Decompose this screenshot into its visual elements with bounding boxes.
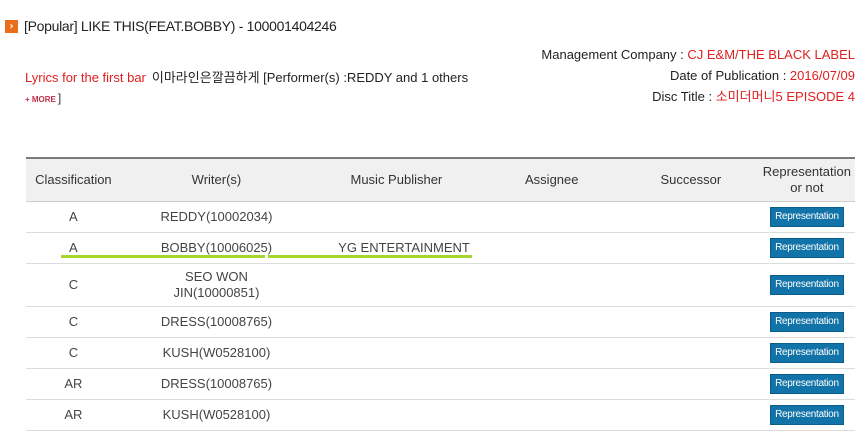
table-row: AR DRESS(10008765) Representation [26, 368, 855, 400]
cell-writer: DRESS(10008765) [120, 368, 313, 400]
cell-classification: C [26, 337, 121, 369]
highlight-underline-publisher [268, 255, 472, 258]
header-writers: Writer(s) [120, 157, 313, 202]
publication-date-value: 2016/07/09 [789, 68, 855, 83]
arrow-right-icon: › [5, 19, 18, 33]
song-meta: Management Company : CJ E&M/THE BLACK LA… [541, 44, 855, 107]
cell-representation: Representation [758, 201, 855, 233]
cell-classification: AR [26, 368, 121, 400]
cell-assignee [480, 263, 623, 307]
cell-writer: REDDY(10002034) [120, 201, 313, 233]
representation-button[interactable]: Representation [770, 374, 844, 394]
header-music-publisher: Music Publisher [312, 157, 481, 202]
representation-button[interactable]: Representation [770, 312, 844, 332]
lyrics-label: Lyrics for the first bar [25, 70, 146, 85]
cell-assignee [480, 232, 623, 264]
cell-writer: DRESS(10008765) [120, 306, 313, 338]
cell-representation: Representation [758, 232, 855, 264]
cell-successor [622, 399, 759, 431]
cell-writer: KUSH(W0528100) [120, 399, 313, 431]
table-row: C SEO WON JIN(10000851) Representation [26, 263, 855, 307]
cell-publisher [312, 201, 481, 233]
cell-successor [622, 232, 759, 264]
cell-assignee [480, 201, 623, 233]
cell-successor [622, 263, 759, 307]
cell-publisher [312, 306, 481, 338]
disc-title: Disc Title : 소미더머니5 EPISODE 4 [652, 89, 855, 104]
cell-writer: KUSH(W0528100) [120, 337, 313, 369]
table-row: A REDDY(10002034) Representation [26, 201, 855, 233]
publication-date: Date of Publication : 2016/07/09 [669, 68, 855, 83]
cell-successor [622, 337, 759, 369]
lyrics-first-bar: Lyrics for the first bar 이마라인은깔끔하게 [Perfo… [25, 67, 468, 86]
disc-title-value: 소미더머니5 EPISODE 4 [715, 89, 855, 104]
cell-classification: AR [26, 399, 121, 431]
table-row: AR KUSH(W0528100) Representation [26, 399, 855, 431]
cell-classification: A [26, 232, 121, 264]
cell-classification: A [26, 201, 121, 233]
page-title: [Popular] LIKE THIS(FEAT.BOBBY) - 100001… [24, 18, 337, 34]
cell-successor [622, 306, 759, 338]
cell-representation: Representation [758, 399, 855, 431]
management-company-value: CJ E&M/THE BLACK LABEL [687, 47, 855, 62]
representation-button[interactable]: Representation [770, 238, 844, 258]
cell-representation: Representation [758, 368, 855, 400]
cell-classification: C [26, 306, 121, 338]
management-company: Management Company : CJ E&M/THE BLACK LA… [541, 47, 855, 62]
highlight-underline-writer [61, 255, 265, 258]
cell-successor [622, 201, 759, 233]
cell-publisher [312, 399, 481, 431]
representation-button[interactable]: Representation [770, 405, 844, 425]
cell-writer: SEO WON JIN(10000851) [120, 263, 313, 307]
cell-assignee [480, 337, 623, 369]
rights-table: Classification Writer(s) Music Publisher… [26, 157, 855, 431]
header-representation: Representation or not [758, 157, 855, 202]
cell-successor [622, 368, 759, 400]
header-successor: Successor [622, 157, 759, 202]
cell-assignee [480, 368, 623, 400]
cell-classification: C [26, 263, 121, 307]
cell-publisher [312, 263, 481, 307]
cell-writer: BOBBY(10006025) [120, 232, 313, 264]
cell-representation: Representation [758, 337, 855, 369]
representation-button[interactable]: Representation [770, 275, 844, 295]
header-classification: Classification [26, 157, 121, 202]
header-assignee: Assignee [480, 157, 623, 202]
page-title-row: › [Popular] LIKE THIS(FEAT.BOBBY) - 1000… [5, 16, 337, 36]
table-row: C DRESS(10008765) Representation [26, 306, 855, 338]
more-link[interactable]: + MORE [25, 95, 56, 104]
table-header-row: Classification Writer(s) Music Publisher… [26, 157, 855, 202]
representation-button[interactable]: Representation [770, 343, 844, 363]
cell-representation: Representation [758, 306, 855, 338]
cell-assignee [480, 399, 623, 431]
table-row: C KUSH(W0528100) Representation [26, 337, 855, 369]
table-row: A BOBBY(10006025) YG ENTERTAINMENT Repre… [26, 232, 855, 264]
more-link-row: + MORE] [25, 91, 62, 105]
representation-button[interactable]: Representation [770, 207, 844, 227]
cell-publisher: YG ENTERTAINMENT [312, 232, 481, 264]
cell-representation: Representation [758, 263, 855, 307]
cell-publisher [312, 337, 481, 369]
lyrics-text: 이마라인은깔끔하게 [Performer(s) :REDDY and 1 oth… [151, 70, 469, 85]
cell-publisher [312, 368, 481, 400]
cell-assignee [480, 306, 623, 338]
